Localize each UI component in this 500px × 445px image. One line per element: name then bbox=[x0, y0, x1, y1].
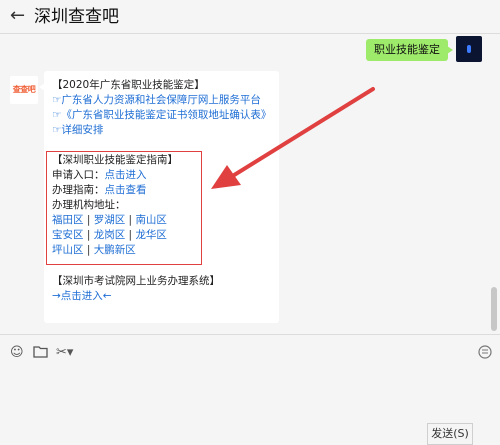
highlight-box bbox=[46, 151, 202, 265]
chat-title: 深圳查查吧 bbox=[34, 7, 119, 27]
user-avatar[interactable] bbox=[456, 36, 482, 62]
folder-icon[interactable] bbox=[33, 345, 49, 361]
title-bar: ← 深圳查查吧 bbox=[0, 0, 500, 34]
sent-message-bubble[interactable]: 职业技能鉴定 bbox=[366, 39, 453, 61]
exam-system-link[interactable]: →点击进入← bbox=[52, 289, 112, 303]
screenshot-scissors-icon[interactable]: ✂▾ bbox=[56, 345, 76, 361]
send-button[interactable]: 发送(S) bbox=[427, 423, 473, 445]
emoji-icon[interactable]: ☺ bbox=[10, 345, 26, 361]
back-arrow-icon[interactable]: ← bbox=[10, 6, 30, 26]
flame-icon bbox=[467, 45, 471, 53]
exam-system-title: 【深圳市考试院网上业务办理系统】 bbox=[52, 275, 220, 287]
red-arrow-annotation bbox=[211, 87, 375, 189]
avatar-logo: 查查吧 bbox=[12, 85, 36, 94]
link-detailed-schedule[interactable]: ☞详细安排 bbox=[52, 123, 103, 137]
sent-message-text: 职业技能鉴定 bbox=[374, 43, 440, 56]
voice-message-icon[interactable] bbox=[478, 345, 494, 361]
official-account-avatar[interactable]: 查查吧 bbox=[10, 76, 38, 104]
chat-scrollbar[interactable] bbox=[491, 287, 497, 331]
section-title-2020: 【2020年广东省职业技能鉴定】 bbox=[52, 79, 205, 91]
input-area: ☺ ✂▾ 发送(S) bbox=[0, 334, 500, 445]
